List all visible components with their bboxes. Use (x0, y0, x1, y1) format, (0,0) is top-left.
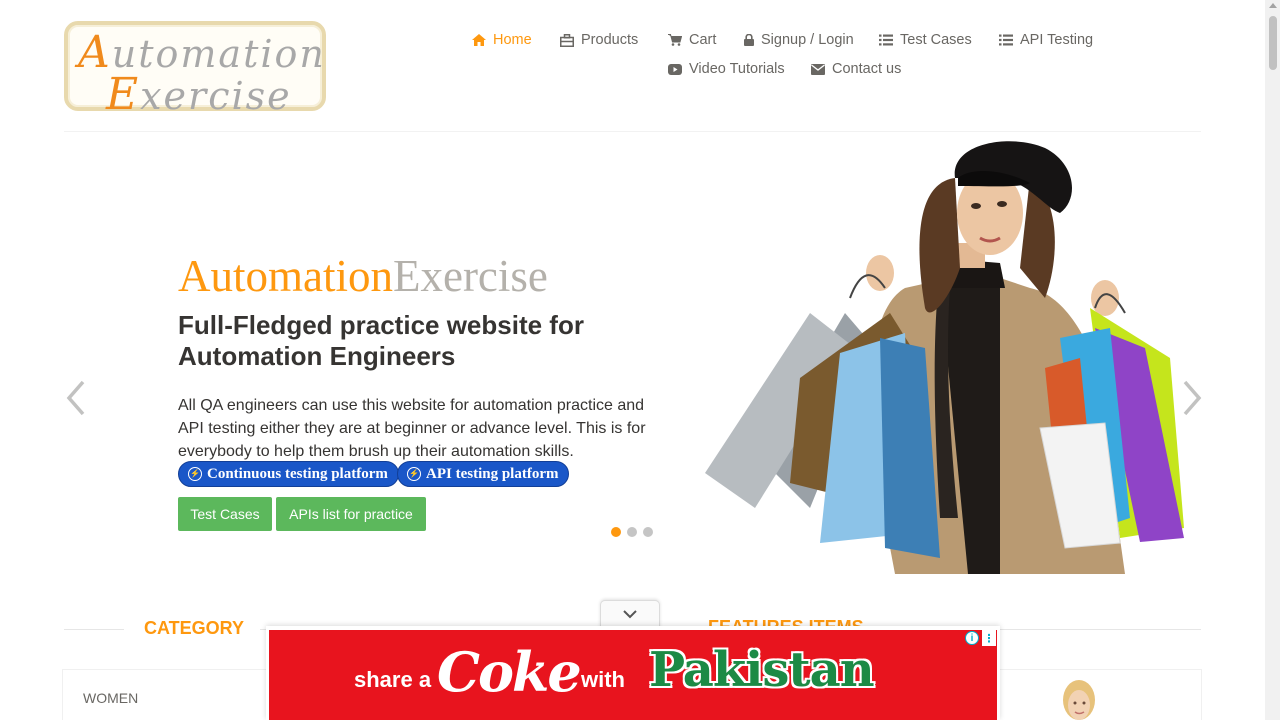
hero-woman-shopping-image (705, 141, 1184, 574)
slider-indicators (611, 527, 653, 537)
category-women[interactable]: WOMEN (83, 690, 138, 706)
nav-item-cart[interactable]: Cart (668, 32, 716, 48)
ad-menu-icon[interactable]: ⋮ (982, 630, 996, 646)
nav-label-api-testing: API Testing (1020, 32, 1094, 48)
chevron-down-icon (623, 610, 637, 619)
nav-item-products[interactable]: Products (560, 32, 638, 48)
slider-title: AutomationExercise (178, 251, 548, 301)
test-cases-button[interactable]: Test Cases (178, 497, 272, 531)
api-testing-badge[interactable]: ⚡ API testing platform (397, 461, 570, 487)
slider-dot[interactable] (627, 527, 637, 537)
slider-prev-button[interactable] (64, 378, 88, 418)
page-scrollbar[interactable] (1265, 0, 1280, 720)
nav-label-signup-login: Signup / Login (761, 32, 854, 48)
nav-label-products: Products (581, 32, 639, 48)
nav-label-video-tutorials: Video Tutorials (689, 61, 785, 77)
ad-text-share: share a (354, 667, 432, 692)
coke-pakistan-ad-banner[interactable]: share a Coke with Pakistan (269, 630, 997, 720)
cart-icon (668, 34, 682, 46)
nav-item-video-tutorials[interactable]: Video Tutorials (668, 61, 785, 77)
continuous-testing-badge[interactable]: ⚡ Continuous testing platform (178, 461, 399, 487)
nav-label-cart: Cart (689, 32, 717, 48)
nav-label-contact-us: Contact us (832, 61, 902, 77)
nav-item-contact-us[interactable]: Contact us (811, 61, 901, 77)
nav-item-api-testing[interactable]: API Testing (999, 32, 1093, 48)
logo-line-2: Exercise (106, 69, 292, 120)
nav-item-test-cases[interactable]: Test Cases (879, 32, 972, 48)
slider-dot[interactable] (611, 527, 621, 537)
divider (1000, 629, 1201, 630)
list-icon (999, 34, 1013, 46)
scroll-up-arrow-icon[interactable] (1269, 3, 1277, 8)
product-card (998, 669, 1202, 720)
category-title: CATEGORY (144, 618, 245, 638)
slider-dot[interactable] (643, 527, 653, 537)
nav-label-home: Home (493, 32, 532, 48)
badge-label: API testing platform (426, 465, 559, 482)
product-image (1063, 680, 1095, 720)
slider-text: All QA engineers can use this website fo… (178, 397, 646, 460)
nav-label-test-cases: Test Cases (900, 32, 972, 48)
scrollbar-thumb[interactable] (1269, 16, 1277, 70)
products-icon (560, 33, 574, 47)
home-icon (472, 34, 486, 46)
nav-item-signup-login[interactable]: Signup / Login (744, 32, 854, 48)
divider (64, 629, 124, 630)
header-divider (64, 131, 1201, 132)
ad-text-pakistan: Pakistan (648, 641, 877, 700)
site-logo[interactable]: Automation Exercise (64, 21, 326, 120)
ad-collapse-tab[interactable] (600, 600, 660, 628)
ad-text-with: with (581, 667, 625, 692)
chevron-left-icon (66, 380, 85, 416)
nav-item-home[interactable]: Home (472, 32, 532, 48)
envelope-icon (811, 63, 825, 75)
apis-list-button[interactable]: APIs list for practice (276, 497, 426, 531)
lightning-icon: ⚡ (188, 467, 202, 481)
lightning-icon: ⚡ (407, 467, 421, 481)
slider-heading: Full-Fledged practice website for Automa… (178, 310, 584, 371)
list-icon (879, 34, 893, 46)
ad-info-icon[interactable]: i (965, 631, 979, 645)
ad-text-coke: Coke (437, 640, 582, 704)
lock-icon (744, 34, 754, 46)
youtube-play-icon (668, 63, 682, 75)
badge-label: Continuous testing platform (207, 465, 388, 482)
